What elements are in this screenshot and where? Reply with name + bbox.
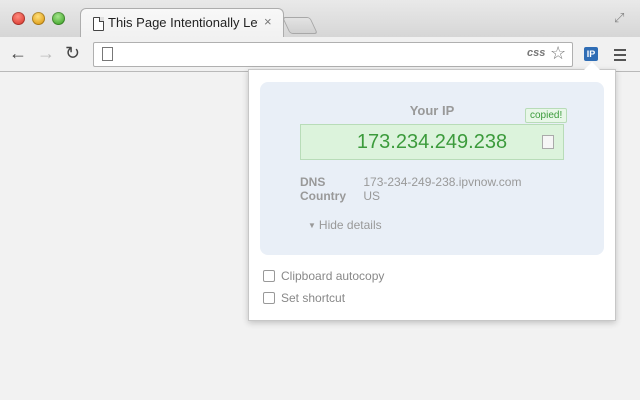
detail-row-country: Country US	[300, 189, 521, 203]
ip-popup: Your IP 173.234.249.238 copied! DNS 173-…	[248, 62, 616, 321]
page-icon	[102, 47, 113, 61]
copy-icon[interactable]	[538, 132, 554, 149]
option-label: Set shortcut	[281, 291, 346, 305]
tab-close-icon[interactable]: ×	[264, 14, 272, 29]
hide-details-label: Hide details	[318, 218, 382, 232]
zoom-window-button[interactable]	[52, 12, 65, 25]
forward-arrow-icon[interactable]: →	[37, 42, 55, 64]
detail-value: US	[363, 189, 381, 203]
reload-icon[interactable]: ↻	[65, 42, 80, 64]
tab-title: This Page Intentionally Left B	[108, 15, 258, 30]
back-arrow-icon[interactable]: ←	[9, 42, 27, 64]
minimize-window-button[interactable]	[32, 12, 45, 25]
ip-panel: Your IP 173.234.249.238 copied! DNS 173-…	[260, 82, 604, 255]
browser-toolbar: ← → ↻ css ☆ IP	[0, 37, 640, 72]
star-icon[interactable]: ☆	[550, 43, 566, 64]
detail-key: Country	[300, 189, 346, 203]
option-label: Clipboard autocopy	[281, 269, 385, 283]
popup-arrow	[584, 62, 600, 70]
detail-row-dns: DNS 173-234-249-238.ipvnow.com	[300, 175, 521, 189]
checkbox[interactable]	[263, 269, 275, 282]
address-bar[interactable]: css ☆	[93, 42, 573, 67]
detail-value: 173-234-249-238.ipvnow.com	[363, 175, 522, 189]
detail-key: DNS	[300, 175, 326, 189]
css-badge[interactable]: css	[527, 47, 545, 59]
fullscreen-icon[interactable]: ⤢	[614, 10, 624, 26]
ip-value[interactable]: 173.234.249.238	[301, 131, 563, 154]
ip-box[interactable]: 173.234.249.238	[300, 124, 564, 160]
tab-strip: This Page Intentionally Left B × ⤢	[0, 0, 640, 38]
set-shortcut-option[interactable]: Set shortcut	[263, 291, 345, 305]
hide-details-toggle[interactable]: ▼ Hide details	[308, 218, 382, 232]
details-list: DNS 173-234-249-238.ipvnow.com Country U…	[300, 175, 521, 203]
active-tab[interactable]: This Page Intentionally Left B ×	[80, 8, 284, 38]
menu-icon[interactable]	[614, 49, 626, 64]
ip-extension-button[interactable]: IP	[584, 47, 598, 61]
triangle-down-icon: ▼	[308, 221, 316, 230]
close-window-button[interactable]	[12, 12, 25, 25]
page-icon	[93, 17, 104, 31]
new-tab-button[interactable]	[282, 17, 318, 34]
clipboard-autocopy-option[interactable]: Clipboard autocopy	[263, 269, 384, 283]
checkbox[interactable]	[263, 291, 275, 304]
copied-badge: copied!	[525, 108, 568, 123]
